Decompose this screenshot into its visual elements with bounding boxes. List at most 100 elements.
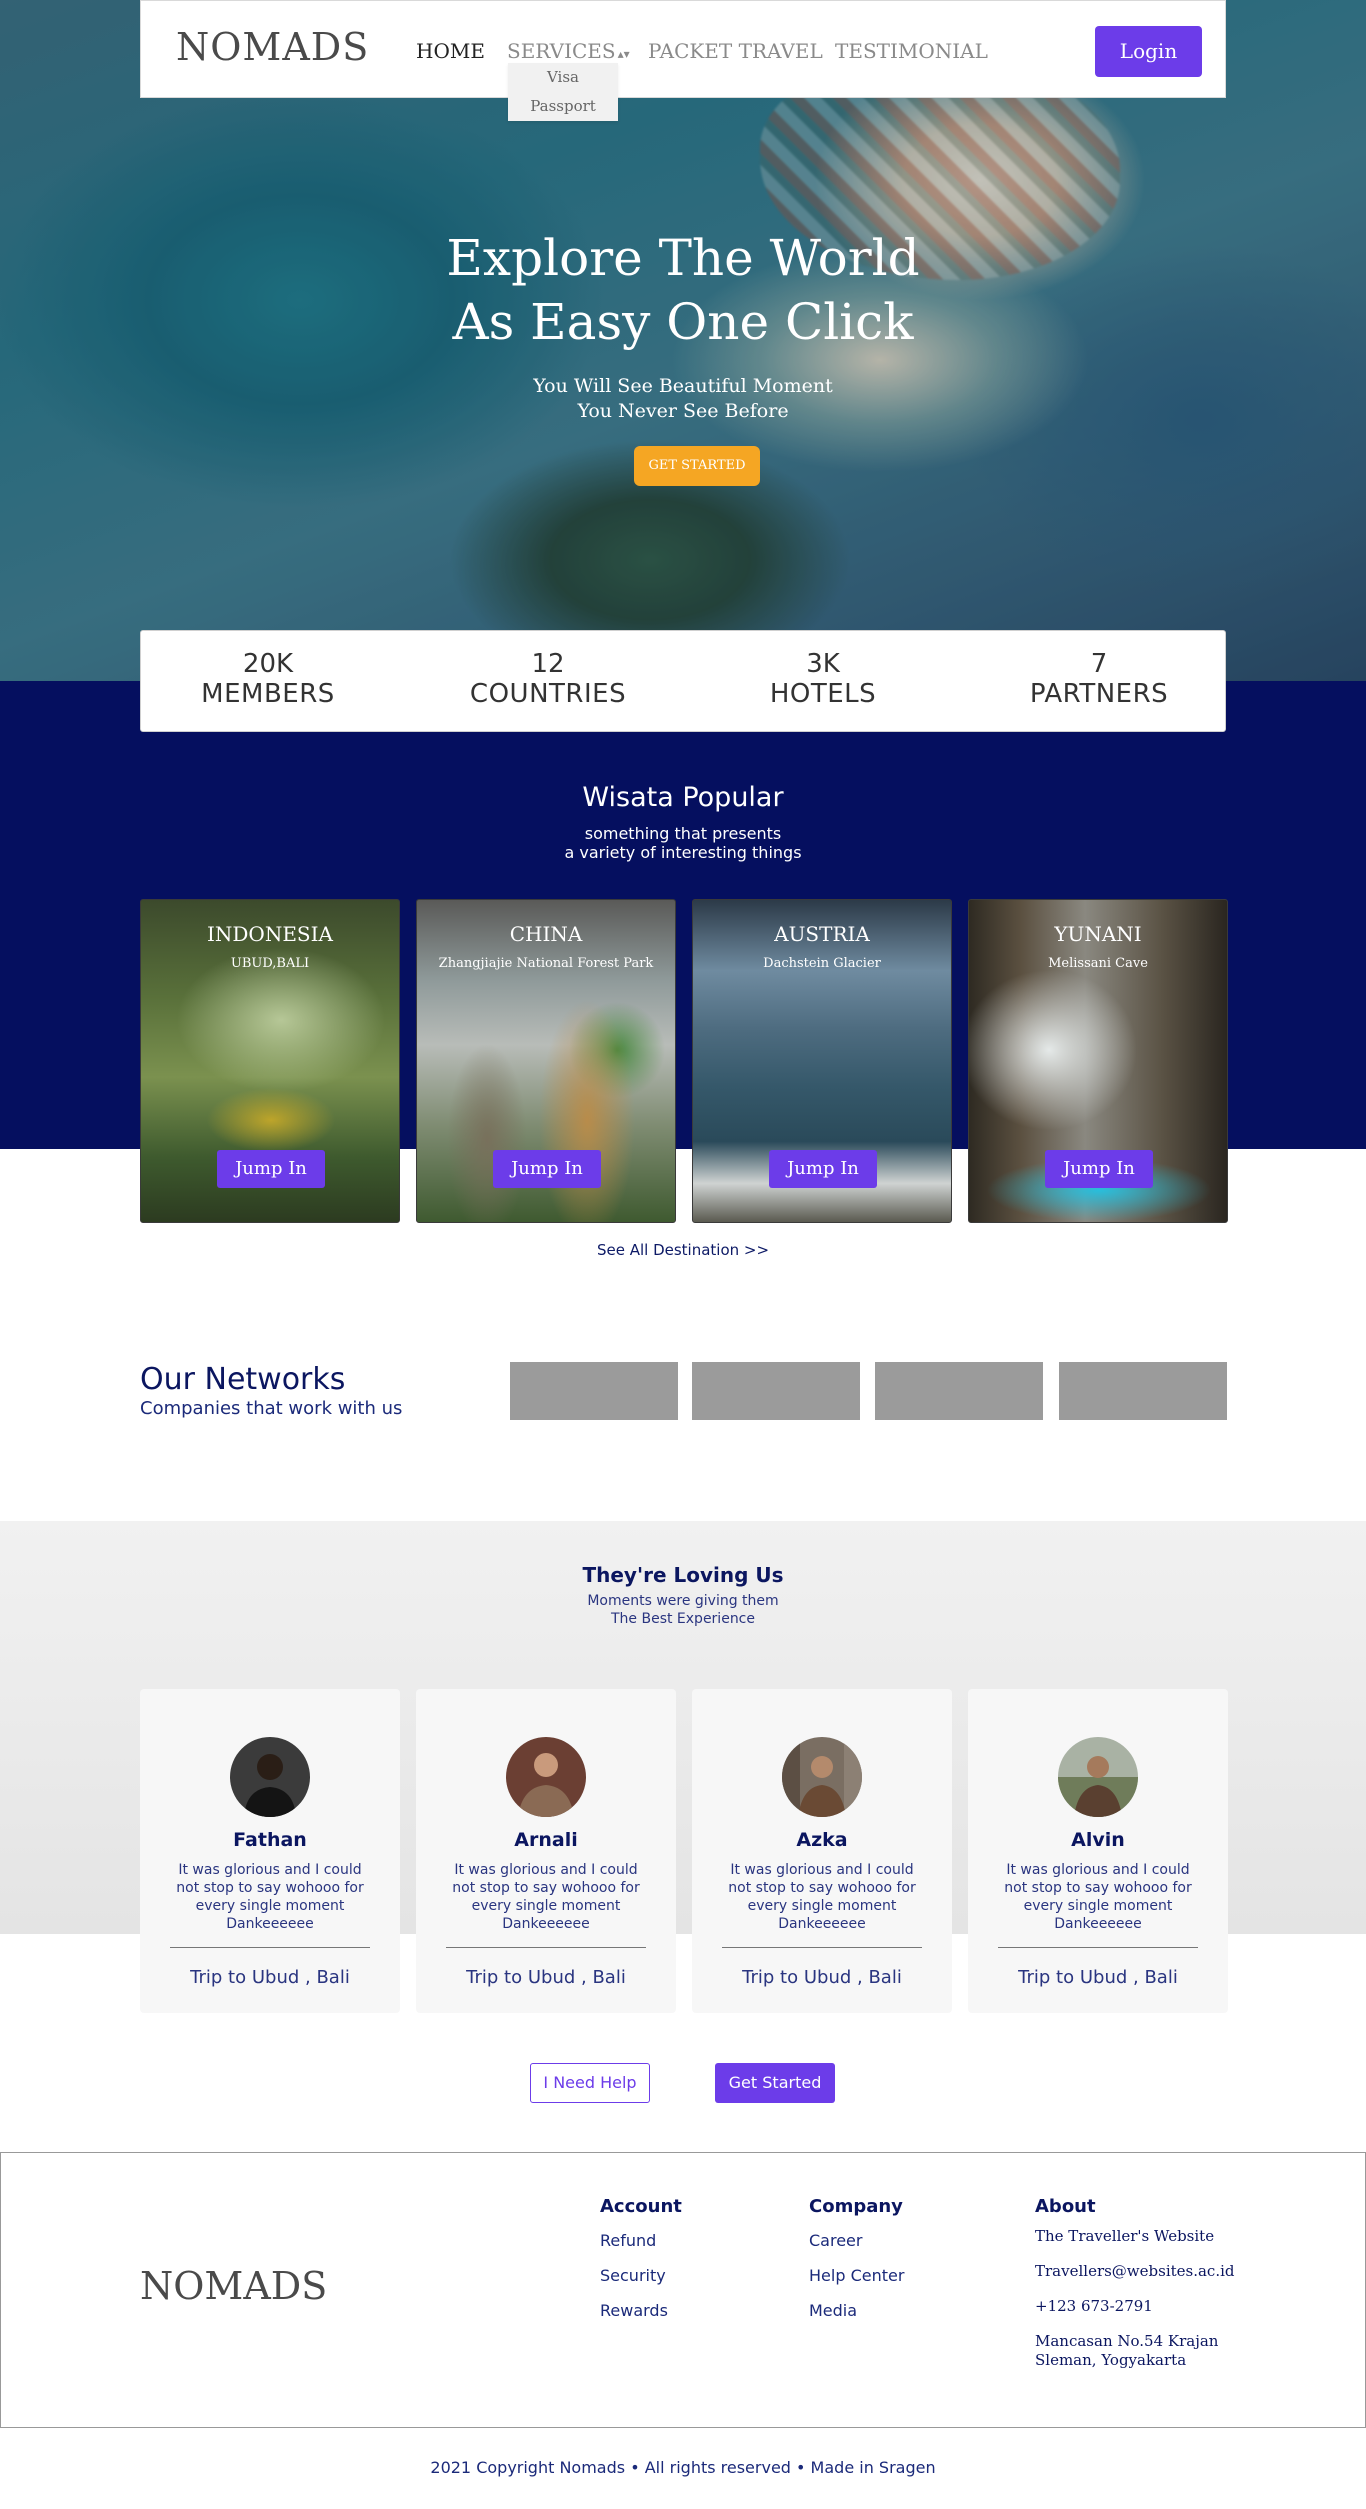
copyright-text: 2021 Copyright Nomads • All rights reser…: [430, 2458, 936, 2477]
dropdown-item-passport[interactable]: Passport: [508, 92, 618, 121]
login-button[interactable]: Login: [1095, 26, 1202, 77]
jump-in-button[interactable]: Jump In: [217, 1150, 325, 1188]
partner-logo-placeholder: [510, 1362, 678, 1420]
hero-get-started-button[interactable]: GET STARTED: [634, 446, 760, 486]
jump-in-button[interactable]: Jump In: [769, 1150, 877, 1188]
avatar: [1058, 1737, 1138, 1817]
testimonial-name: Alvin: [1071, 1829, 1125, 1851]
partner-logo-placeholder: [875, 1362, 1043, 1420]
avatar-photo: [1058, 1737, 1138, 1817]
get-started-button[interactable]: Get Started: [715, 2063, 835, 2103]
testimonial-trip: Trip to Ubud , Bali: [466, 1967, 626, 1988]
footer-brand: NOMADS: [140, 2264, 328, 2308]
testimonial-trip: Trip to Ubud , Bali: [742, 1967, 902, 1988]
destination-place: Dachstein Glacier: [763, 956, 881, 971]
about-email[interactable]: Travellers@websites.ac.id: [1035, 2262, 1275, 2281]
destination-country: YUNANI: [1054, 922, 1142, 946]
services-dropdown: Visa Passport: [508, 63, 618, 121]
testimonial-trip: Trip to Ubud , Bali: [1018, 1967, 1178, 1988]
footer-heading: Account: [600, 2196, 682, 2217]
testimonial-quote: It was glorious and I could not stop to …: [176, 1862, 364, 1932]
avatar: [506, 1737, 586, 1817]
testimonial-name: Azka: [796, 1829, 848, 1851]
footer: NOMADS Account Refund Security Rewards C…: [0, 2152, 1366, 2428]
networks-subtitle: Companies that work with us: [140, 1398, 403, 1419]
i-need-help-button[interactable]: I Need Help: [530, 2063, 650, 2103]
footer-column-company: Company Career Help Center Media: [809, 2196, 904, 2336]
stat-label: HOTELS: [769, 679, 877, 709]
testimonial-card: Alvin It was glorious and I could not st…: [968, 1689, 1228, 2013]
popular-title: Wisata Popular: [582, 782, 784, 813]
divider: [722, 1947, 922, 1948]
brand-logo[interactable]: NOMADS: [176, 25, 369, 69]
avatar-photo: [506, 1737, 586, 1817]
nav-services-label: SERVICES: [507, 39, 616, 63]
nav-home[interactable]: HOME: [416, 39, 485, 63]
stat-value: 7: [1090, 649, 1108, 679]
destination-card-austria: AUSTRIA Dachstein Glacier Jump In: [692, 899, 952, 1223]
stat-value: 3K: [806, 649, 840, 679]
nav-services[interactable]: SERVICES ▴▾: [507, 39, 630, 63]
avatar-photo: [230, 1737, 310, 1817]
footer-link-help-center[interactable]: Help Center: [809, 2266, 904, 2301]
stat-members: 20K MEMBERS: [168, 649, 368, 709]
testimonial-name: Arnali: [514, 1829, 578, 1851]
testimonials-title: They're Loving Us: [582, 1563, 784, 1587]
hero-subtitle-line-1: You Will See Beautiful Moment: [533, 375, 833, 397]
testimonials-subtitle-line-2: The Best Experience: [610, 1611, 755, 1627]
chevron-updown-icon: ▴▾: [617, 47, 630, 61]
footer-link-media[interactable]: Media: [809, 2301, 904, 2336]
testimonial-name: Fathan: [233, 1829, 307, 1851]
destination-country: AUSTRIA: [774, 922, 870, 946]
footer-link-refund[interactable]: Refund: [600, 2231, 682, 2266]
stat-hotels: 3K HOTELS: [723, 649, 923, 709]
stat-label: PARTNERS: [1029, 679, 1169, 709]
avatar-photo: [782, 1737, 862, 1817]
nav-packet-travel[interactable]: PACKET TRAVEL: [648, 39, 823, 63]
footer-link-rewards[interactable]: Rewards: [600, 2301, 682, 2336]
stat-partners: 7 PARTNERS: [999, 649, 1199, 709]
stat-label: MEMBERS: [201, 679, 335, 709]
divider: [998, 1947, 1198, 1948]
about-site: The Traveller's Website: [1035, 2227, 1215, 2245]
testimonials-subtitle-line-1: Moments were giving them: [587, 1593, 779, 1609]
top-navbar: NOMADS HOME SERVICES ▴▾ PACKET TRAVEL TES…: [140, 0, 1226, 121]
dropdown-item-visa[interactable]: Visa: [508, 63, 618, 92]
testimonial-card: Azka It was glorious and I could not sto…: [692, 1689, 952, 2013]
testimonial-card: Arnali It was glorious and I could not s…: [416, 1689, 676, 2013]
about-address-line-2: Sleman, Yogyakarta: [1035, 2351, 1187, 2369]
testimonial-trip: Trip to Ubud , Bali: [190, 1967, 350, 1988]
footer-link-career[interactable]: Career: [809, 2231, 904, 2266]
avatar: [230, 1737, 310, 1817]
avatar: [782, 1737, 862, 1817]
footer-heading: About: [1035, 2196, 1096, 2217]
footer-column-account: Account Refund Security Rewards: [600, 2196, 682, 2336]
footer-link-security[interactable]: Security: [600, 2266, 682, 2301]
see-all-destination-link[interactable]: See All Destination >>: [0, 1241, 1366, 1259]
popular-subtitle-line-2: a variety of interesting things: [564, 843, 802, 862]
divider: [446, 1947, 646, 1948]
nav-testimonial[interactable]: TESTIMONIAL: [835, 39, 988, 63]
jump-in-button[interactable]: Jump In: [493, 1150, 601, 1188]
testimonial-card: Fathan It was glorious and I could not s…: [140, 1689, 400, 2013]
about-address-line-1: Mancasan No.54 Krajan: [1035, 2332, 1219, 2350]
destination-card-indonesia: INDONESIA UBUD,BALI Jump In: [140, 899, 400, 1223]
testimonial-quote: It was glorious and I could not stop to …: [1004, 1862, 1192, 1932]
testimonial-quote: It was glorious and I could not stop to …: [728, 1862, 916, 1932]
destination-card-china: CHINA Zhangjiajie National Forest Park J…: [416, 899, 676, 1223]
destination-country: INDONESIA: [207, 922, 333, 946]
about-phone: +123 673-2791: [1035, 2297, 1153, 2315]
destination-country: CHINA: [509, 922, 583, 946]
divider: [170, 1947, 370, 1948]
destination-place: Zhangjiajie National Forest Park: [438, 956, 654, 971]
jump-in-button[interactable]: Jump In: [1045, 1150, 1153, 1188]
destination-card-yunani: YUNANI Melissani Cave Jump In: [968, 899, 1228, 1223]
footer-column-about: About The Traveller's Website Travellers…: [1035, 2196, 1275, 2370]
partner-logo-placeholder: [1059, 1362, 1227, 1420]
popular-subtitle-line-1: something that presents: [584, 824, 782, 843]
stat-countries: 12 COUNTRIES: [448, 649, 648, 709]
testimonial-quote: It was glorious and I could not stop to …: [452, 1862, 640, 1932]
destination-place: Melissani Cave: [1048, 956, 1148, 971]
stat-value: 12: [531, 649, 565, 679]
hero-title-line-1: Explore The World: [446, 229, 920, 287]
